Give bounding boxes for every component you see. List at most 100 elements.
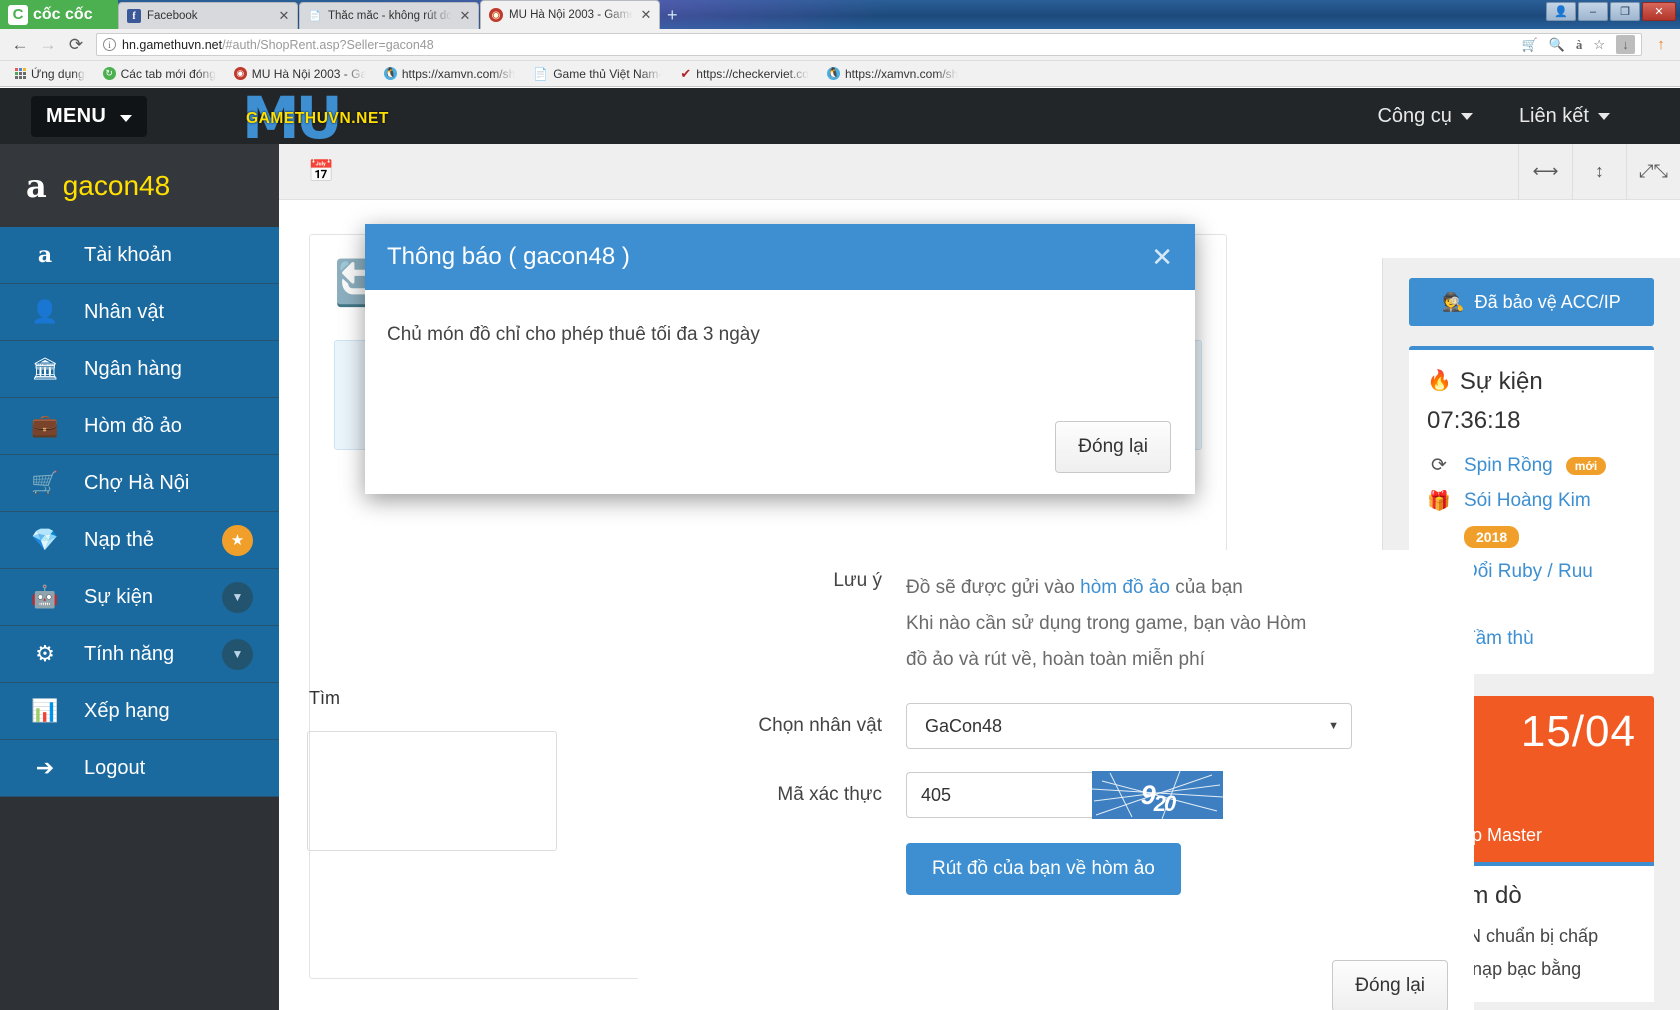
sidebar-item-label: Nạp thẻ (84, 528, 155, 551)
penguin-icon: 🐧 (826, 67, 840, 80)
new-tab-button[interactable]: + (667, 5, 678, 29)
chevron-down-icon[interactable]: ▼ (222, 638, 253, 670)
note-label: Lưu ý (833, 570, 882, 591)
event-item-spin[interactable]: ⟳ Spin Rồng mới (1427, 448, 1636, 483)
vertical-resize-icon[interactable]: ↕ (1572, 143, 1626, 200)
facebook-icon: f (127, 9, 141, 23)
sidebar-item-features[interactable]: ⚙ Tính năng ▼ (0, 626, 279, 683)
sidebar-item-label: Sự kiện (84, 585, 153, 608)
event-item-wolf[interactable]: 🎁 Sói Hoàng Kim 2018 (1427, 483, 1636, 554)
bookmark-label: https://xamvn.com/sh (401, 66, 516, 81)
sidebar-item-bank[interactable]: 🏛 Ngân hàng (0, 341, 279, 398)
accent-icon[interactable]: à (1576, 37, 1583, 53)
menu-button-label: MENU (46, 104, 107, 127)
web-page: MENU MU GAMETHUVN.NET Công cụ Liên kết a… (0, 88, 1680, 1010)
close-window-button[interactable]: ✕ (1642, 2, 1676, 21)
note-line-2: Khi nào cần sử dụng trong game, bạn vào … (906, 613, 1307, 634)
bookmark-item[interactable]: 🐧 https://xamvn.com/sh (375, 67, 524, 81)
close-icon[interactable]: ✕ (277, 8, 291, 24)
reload-icon[interactable]: ⟳ (62, 35, 90, 55)
sidebar-item-label: Xếp hạng (84, 699, 170, 722)
virtual-box-link[interactable]: hòm đồ ảo (1080, 577, 1170, 598)
bookmark-item[interactable]: 🐧 https://xamvn.com/sh (818, 67, 967, 81)
left-sidebar: a gacon48 a Tài khoản 👤 Nhân vật 🏛 Ngân … (0, 144, 279, 1010)
protect-acc-button[interactable]: 🕵 Đã bảo vệ ACC/IP (1409, 278, 1654, 326)
sidebar-item-logout[interactable]: ➔ Logout (0, 740, 279, 797)
browser-tab-active[interactable]: ◉ MU Hà Nội 2003 - Gameth ✕ (480, 0, 660, 29)
download-icon[interactable]: ↓ (1616, 35, 1635, 54)
browser-tab[interactable]: f Facebook ✕ (118, 2, 298, 29)
coccoc-brand[interactable]: C cốc cốc (0, 0, 118, 29)
site-logo[interactable]: MU GAMETHUVN.NET (242, 88, 442, 152)
logo-sub-text: GAMETHUVN.NET (245, 110, 389, 127)
chevron-down-icon[interactable]: ▼ (222, 581, 253, 613)
captcha-input[interactable]: 405 (906, 772, 1092, 818)
horizontal-resize-icon[interactable]: ⟷ (1518, 143, 1572, 200)
sidebar-item-ranking[interactable]: 📊 Xếp hạng (0, 683, 279, 740)
sidebar-item-topup[interactable]: 💎 Nạp thẻ ★ (0, 512, 279, 569)
browser-titlebar: C cốc cốc f Facebook ✕ 📄 Thắc mắc - khôn… (0, 0, 1680, 29)
site-info-icon[interactable]: i (103, 38, 116, 51)
sidebar-item-events[interactable]: 🤖 Sự kiện ▼ (0, 569, 279, 626)
minimize-button[interactable]: – (1578, 2, 1608, 21)
search-panel[interactable] (307, 731, 557, 851)
sidebar-item-label: Tính năng (84, 642, 175, 665)
sidebar-item-account[interactable]: a Tài khoản (0, 227, 279, 284)
sidebar-username: gacon48 (62, 169, 171, 201)
menu-button[interactable]: MENU (31, 95, 147, 137)
character-select[interactable]: GaCon48 ▼ (906, 703, 1352, 749)
captcha-image[interactable]: 920 (1092, 771, 1223, 819)
browser-navbar: ← → ⟳ i hn.gamethuvn.net/#auth/ShopRent.… (0, 29, 1680, 61)
close-icon[interactable]: ✕ (458, 8, 472, 24)
close-icon[interactable]: ✕ (1151, 242, 1173, 273)
event-item-label: Đổi Ruby / Ruu (1464, 561, 1593, 582)
star-icon[interactable]: ☆ (1593, 37, 1605, 53)
mu-icon: ◉ (489, 8, 503, 22)
sidebar-item-market[interactable]: 🛒 Chợ Hà Nội (0, 455, 279, 512)
bookmark-item[interactable]: ◉ MU Hà Nội 2003 - Ga (225, 67, 375, 81)
sidebar-item-label: Ngân hàng (84, 357, 182, 380)
back-icon[interactable]: ← (6, 35, 34, 55)
zoom-icon[interactable]: 🔍 (1549, 37, 1565, 53)
event-card-title: 🔥 Sự kiện 07:36:18 (1427, 366, 1636, 436)
close-icon[interactable]: ✕ (639, 7, 653, 23)
address-bar[interactable]: i hn.gamethuvn.net/#auth/ShopRent.asp?Se… (96, 33, 1642, 56)
account-icon[interactable]: 👤 (1546, 2, 1576, 21)
cart-icon[interactable]: 🛒 (1521, 37, 1537, 53)
user-icon: 👤 (31, 299, 59, 324)
withdraw-button[interactable]: Rút đồ của bạn về hòm ảo (906, 843, 1181, 895)
maximize-button[interactable]: ❐ (1610, 2, 1640, 21)
coccoc-logo-icon: C (8, 4, 28, 25)
bookmark-item[interactable]: 📄 Game thủ Việt Nam- (524, 67, 671, 81)
alert-close-button[interactable]: Đóng lại (1055, 421, 1171, 473)
bookmark-item[interactable]: ✔︎ https://checkerviet.co (671, 66, 818, 82)
alert-modal-footer: Đóng lại (1055, 421, 1171, 473)
forward-icon[interactable]: → (34, 35, 62, 55)
sidebar-user[interactable]: a gacon48 (0, 144, 279, 227)
nav-item-tools[interactable]: Công cụ (1377, 105, 1473, 128)
tab-title: Facebook (147, 10, 198, 22)
bookmark-label: https://xamvn.com/sh (844, 66, 959, 81)
upload-icon[interactable]: ↑ (1648, 36, 1674, 53)
bank-icon: 🏛 (31, 356, 59, 381)
dialog-close-button[interactable]: Đóng lại (1332, 960, 1448, 1010)
url-host: hn.gamethuvn.net (122, 37, 223, 52)
bookmark-item[interactable]: ↻ Các tab mới đóng (94, 67, 225, 81)
event-title-text: Sự kiện (1459, 368, 1543, 395)
chevron-down-icon (1460, 112, 1473, 120)
alert-modal-header: Thông báo ( gacon48 ) ✕ (365, 224, 1195, 290)
page-title (344, 161, 349, 182)
bookmark-apps[interactable]: Ứng dụng (6, 67, 94, 81)
sidebar-item-virtual-box[interactable]: 💼 Hòm đồ ảo (0, 398, 279, 455)
captcha-group: 405 920 (906, 771, 1223, 819)
mu-icon: ◉ (233, 67, 247, 80)
fullscreen-icon[interactable]: ⤢⤡ (1626, 143, 1680, 200)
cart-icon: 🛒 (31, 470, 59, 495)
sidebar-item-character[interactable]: 👤 Nhân vật (0, 284, 279, 341)
nav-item-links[interactable]: Liên kết (1519, 105, 1610, 128)
alert-modal-title: Thông báo ( gacon48 ) (387, 243, 630, 270)
browser-tab[interactable]: 📄 Thắc mắc - không rút dc đ ✕ (299, 2, 479, 29)
penguin-icon: 🐧 (383, 67, 397, 80)
captcha-input-value: 405 (921, 784, 952, 805)
apps-grid-icon (15, 68, 26, 79)
